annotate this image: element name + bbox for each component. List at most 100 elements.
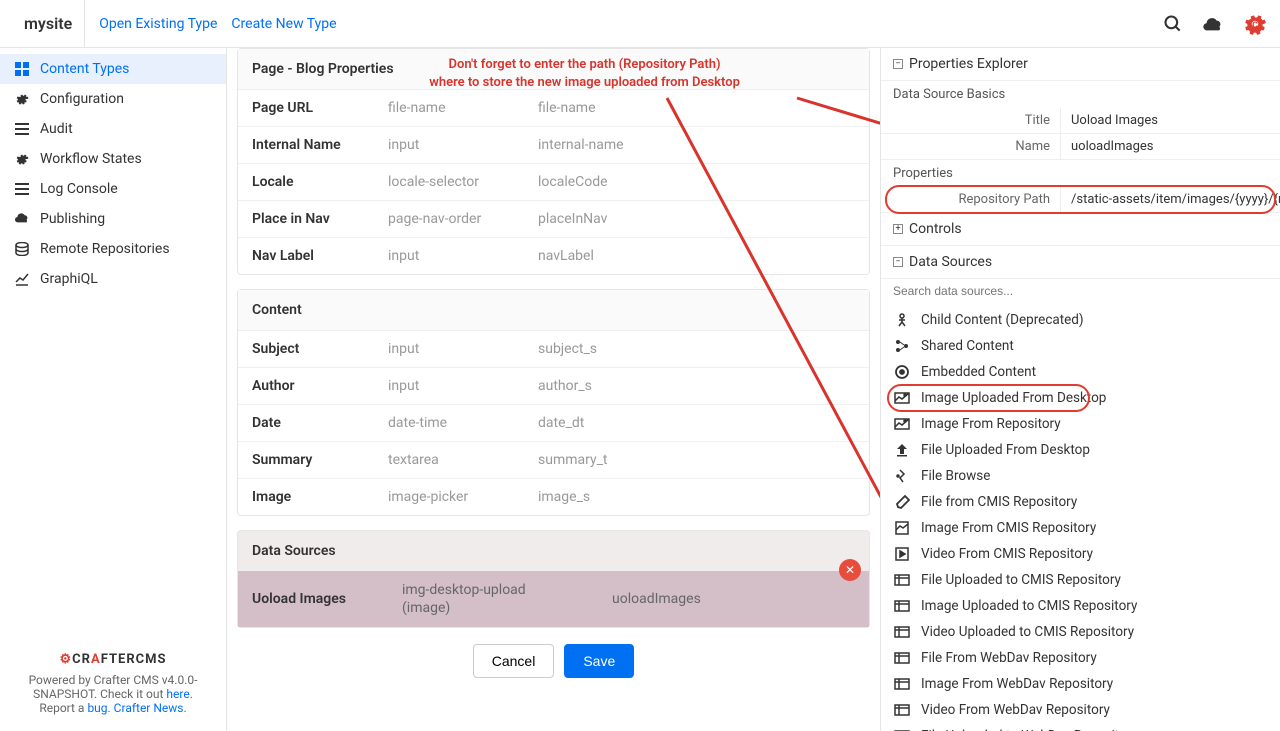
delete-icon[interactable]: ✕ [839, 559, 861, 581]
sidebar-item-workflow-states[interactable]: Workflow States [0, 144, 226, 174]
topbar: mysite Open Existing Type Create New Typ… [0, 0, 1280, 48]
datasource-option[interactable]: File from CMIS Repository [881, 489, 1280, 515]
sidebar-item-label: Log Console [40, 181, 118, 197]
field-row[interactable]: Page URLfile-namefile-name [238, 90, 869, 127]
datasource-option[interactable]: File From WebDav Repository [881, 645, 1280, 671]
crafter-logo: ⚙CRAFTERCMS [14, 652, 212, 667]
datasource-option[interactable]: Image Uploaded From Desktop [881, 385, 1280, 411]
field-row[interactable]: Imageimage-pickerimage_s [238, 479, 869, 515]
save-button[interactable]: Save [564, 644, 634, 678]
here-link[interactable]: here [166, 687, 189, 701]
datasource-icon [893, 597, 911, 615]
datasource-option[interactable]: Image From CMIS Repository [881, 515, 1280, 541]
sidebar-item-graphiql[interactable]: GraphiQL [0, 264, 226, 294]
field-type: input [388, 368, 538, 404]
datasource-label: Image From CMIS Repository [921, 520, 1096, 536]
field-type: input [388, 238, 538, 274]
field-var: date_dt [538, 405, 869, 441]
datasource-option[interactable]: File Browse [881, 463, 1280, 489]
properties-explorer-header[interactable]: − Properties Explorer [881, 48, 1280, 80]
repository-path-value[interactable]: /static-assets/item/images/{yyyy}/{mm}/{… [1061, 187, 1280, 212]
field-row[interactable]: Summarytextareasummary_t [238, 442, 869, 479]
panel-header: Content [238, 290, 869, 331]
datasource-option[interactable]: Image From Repository [881, 411, 1280, 437]
field-row[interactable]: Place in Navpage-nav-orderplaceInNav [238, 201, 869, 238]
site-name[interactable]: mysite [12, 0, 85, 47]
field-row[interactable]: Authorinputauthor_s [238, 368, 869, 405]
datasource-row[interactable]: Uoload Images img-desktop-upload (image)… [238, 571, 869, 627]
datasource-icon [893, 467, 911, 485]
sidebar-item-remote-repositories[interactable]: Remote Repositories [0, 234, 226, 264]
field-label: Subject [238, 331, 388, 367]
datasource-label: Video Uploaded to CMIS Repository [921, 624, 1134, 640]
datasource-option[interactable]: File Uploaded to WebDav Repository [881, 723, 1280, 731]
datasource-option[interactable]: Video Uploaded to CMIS Repository [881, 619, 1280, 645]
cancel-button[interactable]: Cancel [473, 644, 555, 678]
settings-gear-icon[interactable]: C [1242, 11, 1268, 37]
datasource-icon [893, 389, 911, 407]
datasource-option[interactable]: Image From WebDav Repository [881, 671, 1280, 697]
datasource-label: Image From Repository [921, 416, 1061, 432]
sidebar-item-log-console[interactable]: Log Console [0, 174, 226, 204]
sidebar-item-audit[interactable]: Audit [0, 114, 226, 144]
sidebar-item-publishing[interactable]: Publishing [0, 204, 226, 234]
field-label: Nav Label [238, 238, 388, 274]
sidebar-item-configuration[interactable]: Configuration [0, 84, 226, 114]
field-row[interactable]: Nav LabelinputnavLabel [238, 238, 869, 274]
collapse-icon: − [893, 257, 903, 267]
sidebar-nav: Content Types Configuration Audit Workfl… [0, 48, 226, 642]
news-link[interactable]: Crafter News [114, 701, 184, 715]
datasource-option[interactable]: Child Content (Deprecated) [881, 307, 1280, 333]
field-var: summary_t [538, 442, 869, 478]
field-type: date-time [388, 405, 538, 441]
datasource-option[interactable]: Embedded Content [881, 359, 1280, 385]
datasource-label: File from CMIS Repository [921, 494, 1077, 510]
field-row[interactable]: Internal Nameinputinternal-name [238, 127, 869, 164]
top-links: Open Existing Type Create New Type [99, 16, 336, 32]
datasource-option[interactable]: Shared Content [881, 333, 1280, 359]
panel-header: Data Sources [238, 531, 869, 571]
gear-icon [14, 151, 30, 167]
datasource-label: Embedded Content [921, 364, 1036, 380]
field-label: Internal Name [238, 127, 388, 163]
sidebar-item-label: Workflow States [40, 151, 142, 167]
name-value[interactable]: uoloadImages [1061, 134, 1280, 159]
sidebar-item-content-types[interactable]: Content Types [0, 54, 226, 84]
controls-header[interactable]: + Controls [881, 213, 1280, 245]
datasource-label: Image Uploaded to CMIS Repository [921, 598, 1137, 614]
field-row[interactable]: Datedate-timedate_dt [238, 405, 869, 442]
title-value[interactable]: Uoload Images [1061, 108, 1280, 133]
datasource-option[interactable]: File Uploaded From Desktop [881, 437, 1280, 463]
datasource-label: Video From CMIS Repository [921, 546, 1093, 562]
datasource-option[interactable]: Image Uploaded to CMIS Repository [881, 593, 1280, 619]
create-new-type[interactable]: Create New Type [231, 16, 336, 32]
chart-icon [14, 271, 30, 287]
field-label: Place in Nav [238, 201, 388, 237]
search-icon[interactable] [1162, 13, 1184, 35]
datasource-label: File From WebDav Repository [921, 650, 1097, 666]
publish-cloud-icon[interactable] [1202, 13, 1224, 35]
datasources-panel: Data Sources Uoload Images img-desktop-u… [237, 530, 870, 628]
data-sources-header[interactable]: − Data Sources [881, 246, 1280, 278]
datasource-icon [893, 675, 911, 693]
open-existing-type[interactable]: Open Existing Type [99, 16, 217, 32]
field-var: localeCode [538, 164, 869, 200]
field-type: file-name [388, 90, 538, 126]
bug-link[interactable]: bug [87, 701, 107, 715]
grid-icon [14, 61, 30, 77]
datasource-icon [893, 571, 911, 589]
field-row[interactable]: Subjectinputsubject_s [238, 331, 869, 368]
field-row[interactable]: Localelocale-selectorlocaleCode [238, 164, 869, 201]
field-var: internal-name [538, 127, 869, 163]
field-label: Author [238, 368, 388, 404]
field-label: Summary [238, 442, 388, 478]
datasource-icon [893, 727, 911, 731]
datasource-icon [893, 545, 911, 563]
datasource-option[interactable]: Video From CMIS Repository [881, 541, 1280, 567]
datasource-option[interactable]: File Uploaded to CMIS Repository [881, 567, 1280, 593]
datasource-option[interactable]: Video From WebDav Repository [881, 697, 1280, 723]
field-type: input [388, 127, 538, 163]
cloud-icon [14, 211, 30, 227]
properties-label: Properties [881, 160, 1280, 187]
search-datasources-input[interactable] [881, 279, 1280, 303]
